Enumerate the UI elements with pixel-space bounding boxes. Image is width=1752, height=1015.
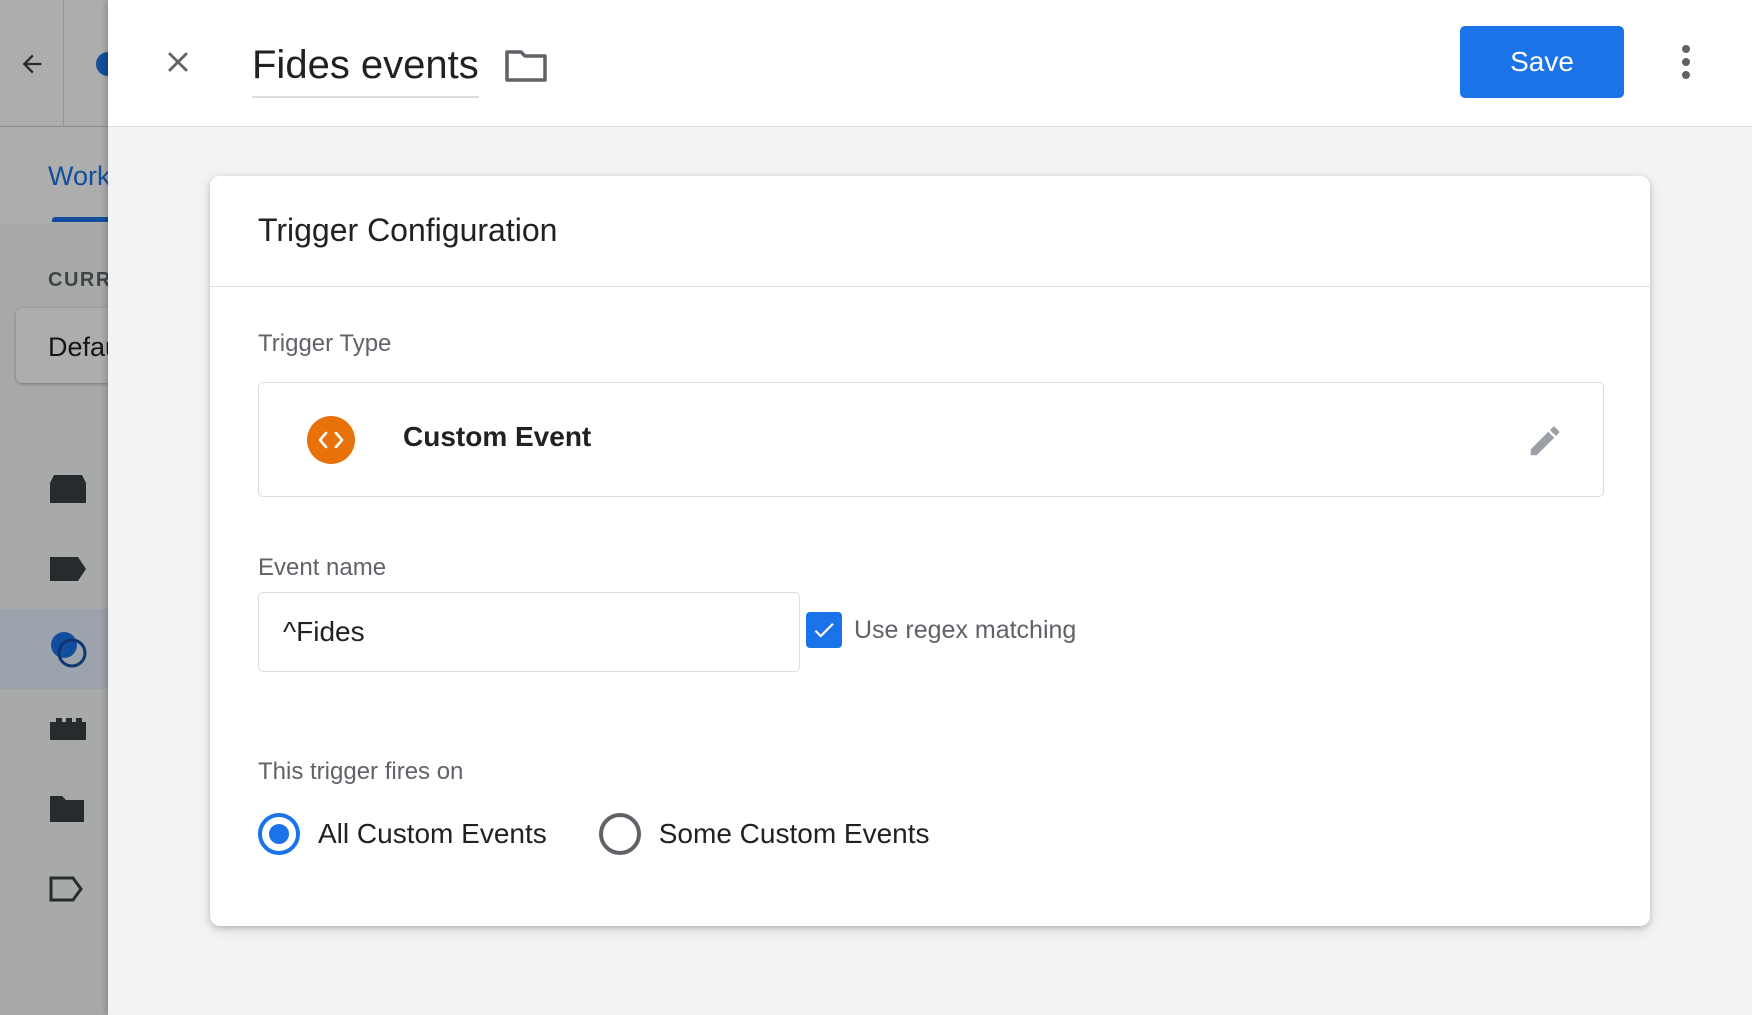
pencil-icon[interactable]: [1523, 419, 1567, 463]
custom-event-icon: [307, 416, 355, 464]
regex-checkbox-label: Use regex matching: [854, 615, 1077, 644]
trigger-type-label: Trigger Type: [258, 330, 392, 357]
radio-label: All Custom Events: [318, 818, 547, 849]
trigger-type-name: Custom Event: [403, 421, 592, 452]
more-vert-icon: [1682, 45, 1690, 79]
folder-outline-icon: [505, 50, 547, 82]
modal-scrim: [0, 0, 108, 1015]
radio-label: Some Custom Events: [658, 818, 930, 849]
background-app: Workspace CURRENT WORKSPACE Default Work…: [0, 0, 108, 1015]
close-button[interactable]: [154, 38, 202, 86]
trigger-name-title[interactable]: Fides events: [252, 40, 479, 98]
radio-some-custom-events[interactable]: Some Custom Events: [598, 813, 930, 855]
event-name-input[interactable]: [258, 592, 800, 672]
more-options-button[interactable]: [1662, 38, 1710, 86]
trigger-configuration-card: Trigger Configuration Trigger Type Custo…: [210, 176, 1650, 926]
trigger-editor-sheet: Fides events Save Trigger Configuration …: [108, 0, 1752, 1015]
fires-on-label: This trigger fires on: [258, 758, 464, 785]
trigger-type-selector[interactable]: Custom Event: [258, 382, 1604, 497]
radio-button-unselected[interactable]: [598, 813, 641, 855]
folder-button[interactable]: [502, 44, 550, 88]
radio-button-selected[interactable]: [258, 813, 300, 855]
radio-all-custom-events[interactable]: All Custom Events: [258, 813, 547, 855]
checkmark-icon: [814, 623, 834, 638]
regex-checkbox[interactable]: [806, 612, 842, 648]
close-icon: [168, 52, 188, 72]
card-divider: [210, 286, 1650, 287]
card-title: Trigger Configuration: [258, 212, 558, 248]
regex-checkbox-row[interactable]: Use regex matching: [806, 610, 1076, 650]
save-button[interactable]: Save: [1460, 26, 1624, 98]
sheet-header: Fides events Save: [108, 0, 1752, 127]
event-name-label: Event name: [258, 554, 387, 581]
fires-on-radio-group: All Custom Events Some Custom Events: [258, 810, 982, 858]
